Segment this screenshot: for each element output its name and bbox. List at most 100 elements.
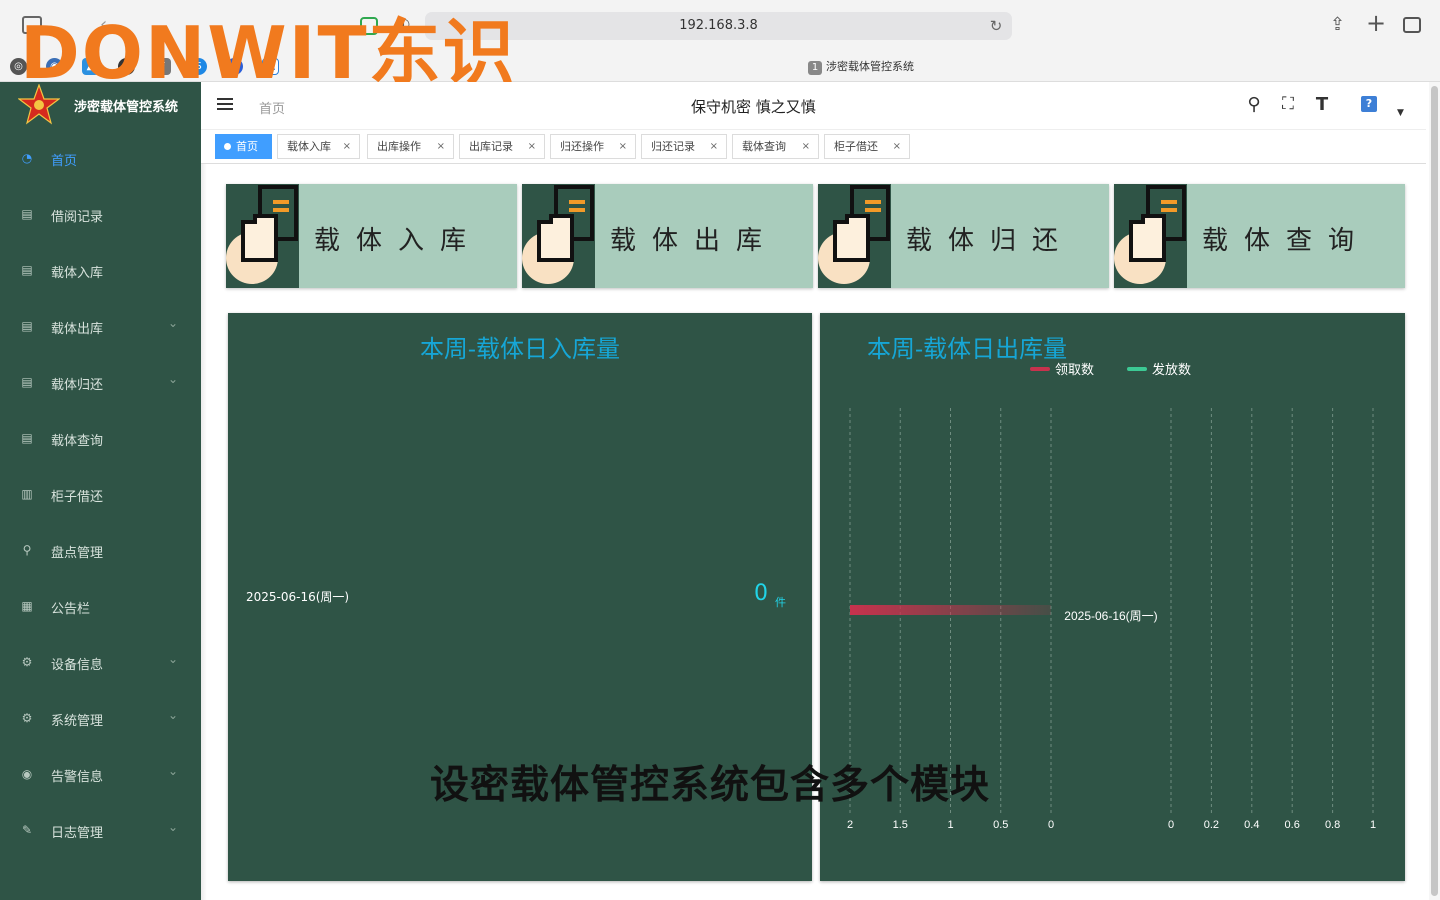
sidebar-item[interactable]: ⚙ 设备信息 ⌄ (0, 635, 201, 691)
sidebar-item[interactable]: ⚲ 盘点管理 (0, 523, 201, 579)
x-tick-label: 0 (1048, 819, 1054, 831)
chevron-down-icon[interactable]: ⌄ (168, 708, 178, 722)
tag-item[interactable]: 载体查询 × (732, 134, 819, 159)
scroll-thumb[interactable] (1431, 86, 1438, 896)
search-icon: ⚲ (22, 543, 32, 557)
x-tick-label: 0.8 (1325, 819, 1340, 831)
tab-badge: 1 (808, 61, 822, 75)
card-label: 载体归还 (906, 226, 1075, 256)
sidebar-item-label: 载体查询 (51, 434, 104, 449)
share-icon[interactable]: ⇪ (1330, 14, 1345, 35)
sidebar-item-label: 载体入库 (51, 266, 104, 281)
card-label: 载体出库 (610, 226, 779, 256)
menu-toggle-icon[interactable] (217, 98, 233, 112)
x-tick-label: 2 (847, 819, 853, 831)
x-tick-label: 0 (1168, 819, 1174, 831)
sidebar-item-label: 柜子借还 (51, 490, 104, 505)
sidebar-item[interactable]: ▤ 载体入库 (0, 243, 201, 299)
sidebar-item[interactable]: ◉ 告警信息 ⌄ (0, 747, 201, 803)
close-icon[interactable]: × (893, 135, 901, 158)
tag-item[interactable]: 柜子借还 × (824, 134, 910, 159)
chevron-down-icon[interactable]: ⌄ (168, 764, 178, 778)
tag-label: 归还操作 (560, 140, 604, 153)
sidebar-item[interactable]: ◔ 首页 (0, 131, 201, 187)
tab-title: 涉密载体管控系统 (826, 60, 914, 73)
sidebar-item-label: 载体归还 (51, 378, 104, 393)
folder-icon (522, 184, 595, 288)
chart-title: 本周-载体日入库量 (419, 335, 621, 363)
sidebar-item[interactable]: ▥ 柜子借还 (0, 467, 201, 523)
video-caption: 设密载体管控系统包含多个模块 (430, 763, 991, 808)
log-icon: ✎ (21, 823, 33, 837)
tag-item[interactable]: 归还操作 × (550, 134, 636, 159)
sidebar-item[interactable]: ⚙ 系统管理 ⌄ (0, 691, 201, 747)
close-icon[interactable]: × (528, 135, 536, 158)
chart-row-unit: 件 (775, 596, 786, 609)
sidebar: 涉密载体管控系统 ◔ 首页 ▤ 借阅记录 ▤ 载体入库 ▤ 载体出库 ⌄ ▤ 载体归还 ⌄ ▤ 载体查询 ▥… (0, 82, 201, 900)
gear-icon: ⚙ (21, 655, 33, 669)
chevron-down-icon[interactable]: ⌄ (168, 316, 178, 330)
sidebar-item[interactable]: ▤ 载体查询 (0, 411, 201, 467)
gear-icon: ⚙ (21, 711, 33, 725)
new-tab-icon[interactable]: + (1366, 11, 1386, 35)
tag-item[interactable]: 出库记录 × (459, 134, 545, 159)
cabinet-icon: ▥ (21, 487, 33, 501)
tag-item[interactable]: 归还记录 × (641, 134, 727, 159)
close-icon[interactable]: × (802, 135, 810, 158)
address-text: 192.168.3.8 (679, 18, 758, 33)
chevron-down-icon[interactable]: ▼ (1397, 108, 1404, 118)
top-header: 首页 保守机密 慎之又慎 ⚲ ⛶ T ? ▼ (201, 82, 1426, 130)
search-icon[interactable]: ⚲ (1243, 94, 1265, 118)
close-icon[interactable]: × (710, 135, 718, 158)
card-store-in[interactable]: 载体入库 (226, 184, 517, 288)
sidebar-item[interactable]: ▤ 载体出库 ⌄ (0, 299, 201, 355)
logo-star-icon (18, 84, 60, 125)
chevron-down-icon[interactable]: ⌄ (168, 372, 178, 386)
page-scrollbar[interactable] (1429, 82, 1440, 900)
reload-icon[interactable]: ↻ (986, 12, 1006, 40)
sidebar-item[interactable]: ✎ 日志管理 ⌄ (0, 803, 201, 859)
tag-item[interactable]: 出库操作 × (367, 134, 454, 159)
sidebar-item-label: 盘点管理 (51, 546, 104, 561)
browser-tab[interactable]: 1 涉密载体管控系统 (808, 58, 914, 75)
card-query[interactable]: 载体查询 (1114, 184, 1405, 288)
card-label: 载体查询 (1202, 226, 1371, 256)
tag-label: 出库操作 (377, 140, 421, 153)
active-dot-icon (224, 142, 231, 150)
chart-row-value: 0 (754, 581, 768, 606)
card-store-out[interactable]: 载体出库 (522, 184, 813, 288)
sidebar-item-label: 告警信息 (51, 770, 104, 785)
fullscreen-icon[interactable]: ⛶ (1277, 94, 1299, 118)
sidebar-item[interactable]: ▤ 借阅记录 (0, 187, 201, 243)
help-icon[interactable]: ? (1361, 96, 1377, 112)
chevron-down-icon[interactable]: ⌄ (168, 652, 178, 666)
card-label: 载体入库 (314, 226, 483, 256)
tab-overview-icon[interactable] (1403, 17, 1421, 33)
folder-icon (226, 184, 299, 288)
sidebar-item-label: 借阅记录 (51, 210, 104, 225)
record-icon: ▤ (21, 319, 33, 333)
sidebar-item-label: 公告栏 (51, 602, 91, 617)
sidebar-menu: ◔ 首页 ▤ 借阅记录 ▤ 载体入库 ▤ 载体出库 ⌄ ▤ 载体归还 ⌄ ▤ 载体查询 ▥ 柜子借还 ⚲ 盘点管理… (0, 131, 201, 859)
close-icon[interactable]: × (343, 135, 351, 158)
tag-home[interactable]: 首页 (215, 134, 272, 159)
x-tick-label: 1 (1370, 819, 1376, 831)
sidebar-item[interactable]: ▦ 公告栏 (0, 579, 201, 635)
close-icon[interactable]: × (619, 135, 627, 158)
notice-icon: ▦ (21, 599, 33, 613)
tag-item[interactable]: 载体入库 × (277, 134, 360, 159)
folder-icon (818, 184, 891, 288)
dashboard-icon: ◔ (21, 151, 33, 165)
record-icon: ▤ (21, 207, 33, 221)
tag-label: 载体查询 (742, 140, 786, 153)
font-size-icon[interactable]: T (1311, 94, 1333, 118)
record-icon: ▤ (21, 263, 33, 277)
sidebar-item[interactable]: ▤ 载体归还 ⌄ (0, 355, 201, 411)
page-slogan: 保守机密 慎之又慎 (691, 98, 816, 116)
x-tick-label: 0.5 (993, 819, 1008, 831)
card-return[interactable]: 载体归还 (818, 184, 1109, 288)
close-icon[interactable]: × (437, 135, 445, 158)
breadcrumb[interactable]: 首页 (259, 98, 285, 117)
category-label: 2025-06-16(周一) (1064, 609, 1157, 623)
chevron-down-icon[interactable]: ⌄ (168, 820, 178, 834)
